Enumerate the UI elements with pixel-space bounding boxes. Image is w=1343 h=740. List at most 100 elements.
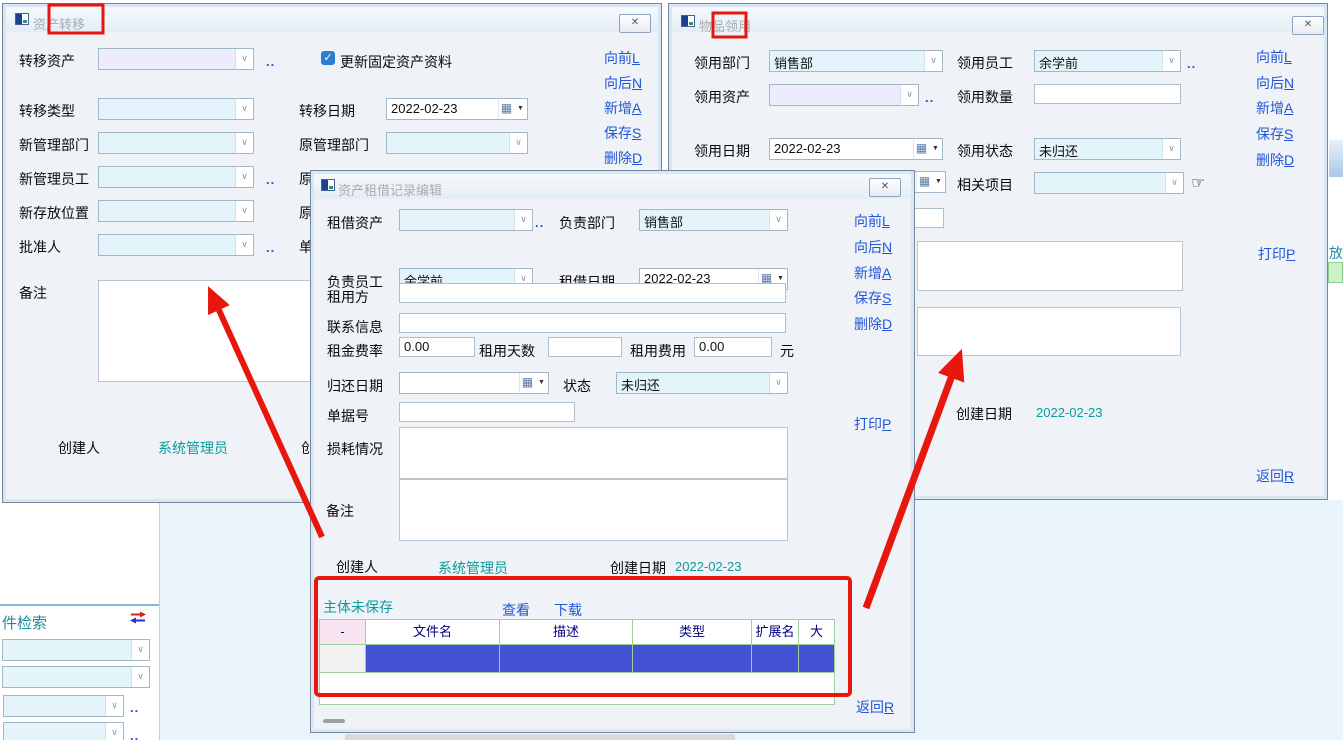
doc-no-input[interactable] — [399, 402, 575, 422]
attachment-row-cell[interactable] — [633, 645, 752, 673]
approver-select[interactable]: ∨ — [98, 234, 254, 256]
req-qty-input[interactable] — [1034, 84, 1181, 104]
renter-input[interactable] — [399, 283, 786, 303]
prev-button[interactable]: 向前L — [1256, 47, 1292, 67]
back-button[interactable]: 返回R — [856, 697, 894, 717]
req-project-select[interactable]: ∨ — [1034, 172, 1184, 194]
rental-dept-select[interactable]: 销售部∨ — [639, 209, 788, 231]
orig-dept-select[interactable]: ∨ — [386, 132, 528, 154]
save-button[interactable]: 保存S — [1256, 124, 1293, 144]
browse-dots-button[interactable]: .. — [925, 90, 934, 105]
status-select[interactable]: 未归还∨ — [616, 372, 788, 394]
chevron-down-icon: ∨ — [509, 133, 527, 153]
req-date-picker[interactable]: 2022-02-23▦▼ — [769, 138, 943, 160]
print-button[interactable]: 打印P — [854, 414, 891, 434]
attachment-col-select[interactable]: - — [320, 620, 366, 645]
attachment-col-size[interactable]: 大 — [799, 620, 834, 645]
attachment-col-description[interactable]: 描述 — [500, 620, 633, 645]
new-loc-select[interactable]: ∨ — [98, 200, 254, 222]
titlebar[interactable] — [6, 7, 658, 32]
update-asset-checkbox[interactable]: ✓ — [321, 51, 335, 65]
view-button[interactable]: 查看 — [502, 600, 530, 620]
remark-textarea[interactable] — [98, 280, 312, 382]
req-textarea-1[interactable] — [917, 241, 1183, 291]
req-dept-label: 领用部门 — [694, 53, 750, 73]
search-filter-select-2[interactable]: ∨ — [2, 666, 150, 688]
delete-button[interactable]: 删除D — [604, 148, 642, 168]
fee-input[interactable]: 0.00 — [694, 337, 772, 357]
back-button[interactable]: 返回R — [1256, 466, 1294, 486]
new-emp-label: 新管理员工 — [19, 169, 89, 189]
browse-dots-button[interactable]: .. — [266, 172, 275, 187]
prev-button[interactable]: 向前L — [604, 48, 640, 68]
divider — [0, 604, 159, 606]
attachment-col-extension[interactable]: 扩展名 — [752, 620, 799, 645]
req-dept-select[interactable]: 销售部∨ — [769, 50, 943, 72]
add-button[interactable]: 新增A — [604, 98, 641, 118]
attachment-col-filename[interactable]: 文件名 — [366, 620, 500, 645]
close-icon[interactable]: ✕ — [1292, 16, 1324, 35]
next-button[interactable]: 向后N — [854, 237, 892, 257]
browse-dots-button[interactable]: .. — [266, 54, 275, 69]
add-button[interactable]: 新增A — [854, 263, 891, 283]
delete-button[interactable]: 删除D — [1256, 150, 1294, 170]
rate-input[interactable]: 0.00 — [399, 337, 475, 357]
pointing-hand-icon[interactable]: ☞ — [1191, 173, 1205, 193]
browse-dots-button[interactable]: .. — [535, 215, 544, 230]
days-input[interactable] — [548, 337, 622, 357]
save-button[interactable]: 保存S — [854, 288, 891, 308]
req-asset-select[interactable]: ∨ — [769, 84, 919, 106]
transfer-asset-select[interactable]: ∨ — [98, 48, 254, 70]
download-button[interactable]: 下载 — [554, 600, 582, 620]
created-date-value: 2022-02-23 — [675, 559, 742, 574]
chevron-down-icon: ∨ — [514, 210, 532, 230]
close-icon[interactable]: ✕ — [619, 14, 651, 33]
req-textarea-2[interactable] — [917, 307, 1181, 356]
new-dept-select[interactable]: ∨ — [98, 132, 254, 154]
transfer-type-select[interactable]: ∨ — [98, 98, 254, 120]
browse-dots-button[interactable]: .. — [1187, 56, 1196, 71]
next-button[interactable]: 向后N — [1256, 73, 1294, 93]
rental-asset-select[interactable]: ∨ — [399, 209, 533, 231]
search-filter-select-1[interactable]: ∨ — [2, 639, 150, 661]
remark-label: 备注 — [326, 501, 354, 521]
search-filter-select-3[interactable]: ∨ — [3, 695, 124, 717]
print-button[interactable]: 打印P — [1258, 244, 1295, 264]
return-date-picker[interactable]: ▦▼ — [399, 372, 549, 394]
scrollbar-thumb[interactable] — [323, 719, 345, 723]
chevron-down-icon: ∨ — [235, 235, 253, 255]
close-icon[interactable]: ✕ — [869, 178, 901, 197]
next-button[interactable]: 向后N — [604, 73, 642, 93]
wear-textarea[interactable] — [399, 427, 788, 479]
browse-dots-button[interactable]: .. — [266, 240, 275, 255]
attachment-row-cell[interactable] — [366, 645, 500, 673]
delete-button[interactable]: 删除D — [854, 314, 892, 334]
attachment-row-cell[interactable] — [320, 645, 366, 673]
req-emp-select[interactable]: 余学前∨ — [1034, 50, 1181, 72]
req-status-select[interactable]: 未归还∨ — [1034, 138, 1181, 160]
attachment-row-cell[interactable] — [752, 645, 799, 673]
dialog-title: 物品领用 — [699, 16, 751, 35]
dropdown-arrow-icon: ▼ — [929, 139, 942, 159]
search-filter-select-4[interactable]: ∨ — [3, 722, 124, 740]
browse-dots-button[interactable]: .. — [130, 728, 139, 740]
attachment-col-type[interactable]: 类型 — [633, 620, 752, 645]
save-button[interactable]: 保存S — [604, 123, 641, 143]
titlebar[interactable] — [672, 7, 1324, 32]
attachment-row-cell[interactable] — [799, 645, 834, 673]
swap-arrows-icon[interactable] — [129, 611, 147, 629]
new-emp-select[interactable]: ∨ — [98, 166, 254, 188]
transfer-date-picker[interactable]: 2022-02-23▦▼ — [386, 98, 528, 120]
creator-label: 创建人 — [336, 557, 378, 577]
days-label: 租用天数 — [479, 341, 535, 361]
taskbar-strip — [345, 734, 735, 740]
calendar-icon: ▦ — [913, 139, 929, 159]
req-emp-label: 领用员工 — [957, 53, 1013, 73]
created-date-label: 创建日期 — [956, 404, 1012, 424]
attachment-row-cell[interactable] — [500, 645, 633, 673]
add-button[interactable]: 新增A — [1256, 98, 1293, 118]
contact-input[interactable] — [399, 313, 786, 333]
prev-button[interactable]: 向前L — [854, 211, 890, 231]
remark-textarea[interactable] — [399, 479, 788, 541]
browse-dots-button[interactable]: .. — [130, 700, 139, 715]
